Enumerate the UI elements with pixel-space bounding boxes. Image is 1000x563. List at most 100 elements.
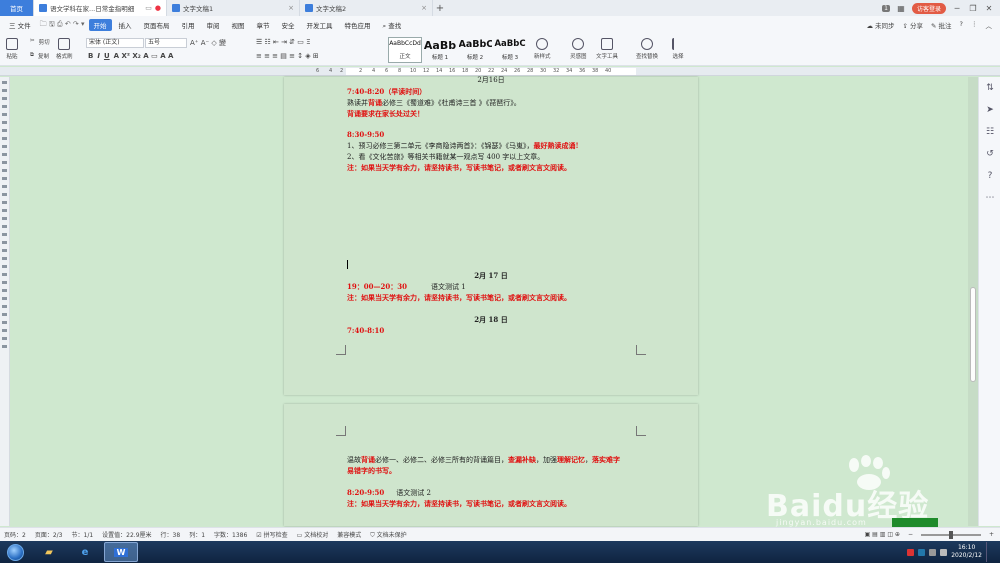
vertical-ruler[interactable]	[0, 77, 10, 526]
menu-security[interactable]: 安全	[277, 19, 300, 31]
protect-button[interactable]: ⛉ 文档未保护	[370, 530, 406, 540]
menu-developer[interactable]: 开发工具	[302, 19, 338, 31]
collapse-ribbon-icon[interactable]: ︿	[986, 20, 993, 30]
document-page-2[interactable]: 温故背诵必修一、必修二、必修三所有的背诵篇目，查漏补缺，加强理解记忆，落实难字 …	[284, 404, 698, 526]
proofread-button[interactable]: ▭ 文档校对	[297, 530, 329, 539]
paw-logo-icon	[849, 455, 890, 490]
tray-app-icon[interactable]	[907, 548, 915, 556]
minimize-icon[interactable]: ─	[952, 4, 962, 13]
start-button[interactable]	[0, 541, 30, 563]
tab-close-icon[interactable]: ×	[288, 4, 294, 12]
taskbar-wps-writer[interactable]: W	[104, 542, 138, 562]
tray-app-icon[interactable]	[918, 548, 926, 556]
font-size-select[interactable]: 五号	[145, 38, 187, 48]
style-heading-2-preview: AaBbC	[458, 39, 492, 50]
list-buttons[interactable]: ☰ ☷ ⇤ ⇥ ⇵ ▭ Ξ	[256, 38, 311, 46]
volume-icon[interactable]	[940, 548, 948, 556]
paste-button[interactable]: 粘贴	[6, 38, 18, 60]
style-heading-1[interactable]: AaBb 标题 1	[423, 37, 457, 63]
right-side-panel: ⇅ ➤ ☷ ↺ ? ⋯	[978, 77, 1000, 526]
vertical-scrollbar[interactable]	[968, 77, 978, 526]
text-segment: ，	[585, 456, 592, 464]
sync-button[interactable]: ☁ 未同步	[866, 20, 894, 30]
guest-login-button[interactable]: 访客登录	[911, 2, 946, 14]
status-words[interactable]: 字数：1386	[214, 530, 247, 539]
show-desktop-button[interactable]	[986, 542, 992, 562]
menu-search[interactable]: ⌕ 查找	[378, 19, 407, 32]
watermark-brand: Baidu经验	[766, 489, 930, 524]
new-style-icon	[536, 38, 549, 50]
copy-button[interactable]: ⧉ 复制	[30, 52, 49, 60]
windows-logo-icon	[6, 543, 24, 561]
date-heading-17: 2月 17 日	[474, 271, 508, 280]
tab-close-icon[interactable]: ●	[155, 4, 161, 12]
new-tab-button[interactable]: +	[433, 0, 447, 16]
menu-view[interactable]: 视图	[227, 19, 250, 31]
test-label-1: 语文测试 1	[430, 283, 466, 291]
restore-icon[interactable]: ❐	[968, 4, 978, 13]
status-row: 行：38	[160, 532, 181, 539]
tab-document-1[interactable]: 语文学科在家...日常金指明细 ▭ ●	[34, 0, 167, 16]
notification-badge[interactable]: 1	[882, 4, 890, 12]
select-button[interactable]: 选择	[672, 38, 684, 60]
tab-home[interactable]: 首页	[0, 0, 34, 16]
text-tools-button[interactable]: 文字工具	[596, 38, 618, 60]
spell-check-button[interactable]: ☑ 拼写检查	[256, 530, 287, 539]
quick-access-toolbar-icons[interactable]: 🗀 🖫 ⎙ ↶ ↷ ▾	[38, 20, 87, 31]
clipboard-icon	[6, 38, 18, 50]
share-button[interactable]: ⇪ 分享	[903, 20, 924, 30]
font-grow-shrink-buttons[interactable]: A⁺ A⁻ ◇ 變	[190, 38, 226, 48]
format-painter-button[interactable]: 格式刷	[56, 38, 73, 60]
style-heading-3[interactable]: AaBbC 标题 3	[493, 37, 527, 63]
more-icon[interactable]: ⋯	[979, 187, 1000, 209]
new-style-button[interactable]: 新样式	[534, 38, 551, 60]
menu-page-layout[interactable]: 页面布局	[139, 19, 175, 31]
help-circle-icon[interactable]: ?	[979, 165, 1000, 187]
close-window-icon[interactable]: ✕	[984, 4, 994, 13]
menu-file[interactable]: 三 文件	[4, 19, 36, 31]
alignment-buttons[interactable]: ≡ ≡ ≡ ▤ ≡ ↕ ◈ ⊞	[256, 52, 319, 60]
style-heading-2[interactable]: AaBbC 标题 2	[458, 37, 492, 63]
ruler-tick-label: 38	[592, 68, 599, 74]
tab-close-icon[interactable]: ×	[421, 4, 427, 12]
pointer-icon[interactable]: ➤	[979, 99, 1000, 121]
menu-home[interactable]: 开始	[88, 19, 112, 31]
scissors-icon: ✂	[30, 38, 35, 44]
find-replace-button[interactable]: 查找替换	[636, 38, 658, 60]
network-icon[interactable]	[929, 548, 937, 556]
taskbar-ie[interactable]: e	[68, 542, 102, 562]
adjust-icon[interactable]: ⇅	[979, 77, 1000, 99]
cut-button[interactable]: ✂ 剪切	[30, 38, 50, 46]
tab-pin-icon[interactable]: ▭	[145, 4, 152, 12]
tab-document-2[interactable]: 文字文稿1 ×	[167, 0, 300, 16]
ruler-tick-label: 40	[605, 68, 612, 74]
style-normal[interactable]: AaBbCcDd 正文	[388, 37, 422, 63]
menu-insert[interactable]: 插入	[114, 19, 137, 31]
annotate-button[interactable]: ✎ 批注	[931, 20, 952, 30]
menu-special[interactable]: 特色应用	[340, 19, 376, 31]
grid-icon[interactable]: ▦	[896, 4, 906, 13]
more-icon[interactable]: ⋮	[971, 20, 978, 30]
clock[interactable]: 16:10 2020/2/12	[951, 544, 982, 560]
font-style-buttons[interactable]: B I U A X² X₂ A ▭ A A	[88, 52, 173, 60]
menu-references[interactable]: 引用	[177, 19, 200, 31]
zoom-slider[interactable]	[920, 530, 981, 539]
tab-document-3[interactable]: 文字文稿2 ×	[300, 0, 433, 16]
menu-review[interactable]: 审阅	[202, 19, 225, 31]
zoom-out-button[interactable]: −	[908, 531, 913, 538]
scrollbar-thumb[interactable]	[970, 287, 976, 382]
ruler-tick-label: 36	[579, 68, 586, 74]
time-slot-test2: 8:20-9:50	[347, 488, 385, 497]
sliders-icon[interactable]: ☷	[979, 121, 1000, 143]
document-page-1[interactable]: 2月16日 7:40-8:20（早读时间） 熟读并背诵必修三《蜀道难》《杜甫诗三…	[284, 76, 698, 395]
font-name-select[interactable]: 宋体 (正文)	[86, 38, 144, 48]
history-icon[interactable]: ↺	[979, 143, 1000, 165]
help-icon[interactable]: ?	[960, 20, 963, 30]
wps-doc-icon	[305, 4, 313, 12]
inspiration-button[interactable]: 灵感图	[570, 38, 587, 60]
view-mode-icons[interactable]: ▣ ▤ ▥ ◫ ⊕	[865, 531, 900, 538]
taskbar-explorer[interactable]: ▰	[32, 542, 66, 562]
zoom-in-button[interactable]: +	[989, 531, 994, 538]
menu-chapter[interactable]: 章节	[252, 19, 275, 31]
spell-check-label: 拼写检查	[263, 532, 288, 539]
